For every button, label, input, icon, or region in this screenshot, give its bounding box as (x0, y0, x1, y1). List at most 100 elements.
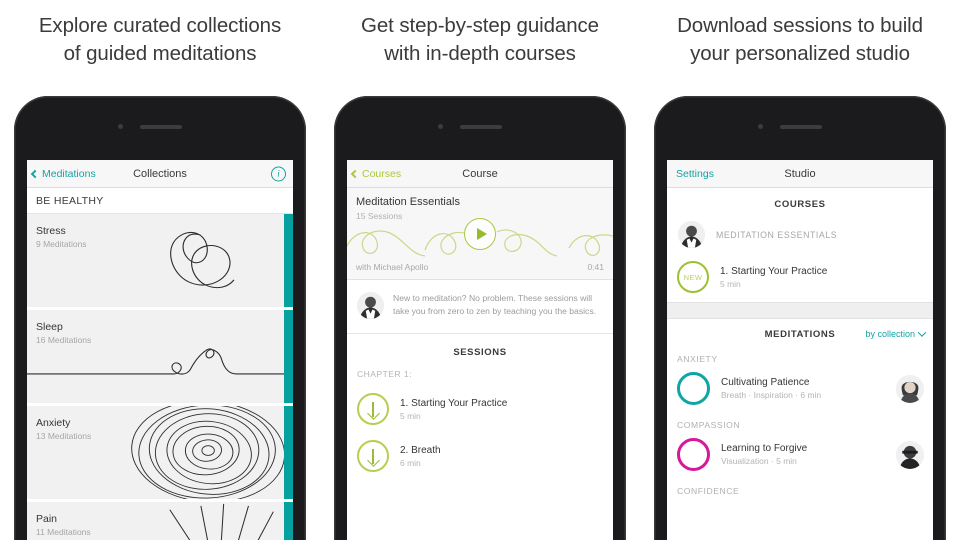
phone-screen-collections: Meditations Collections i BE HEALTHY Str… (27, 160, 293, 540)
collection-title: Sleep (36, 321, 63, 333)
session-duration: 6 min (400, 457, 421, 468)
course-sessions-count: 15 Sessions (356, 211, 403, 221)
panel-caption: Get step-by-step guidance with in-depth … (320, 0, 640, 68)
earpiece-speaker-icon (780, 125, 822, 129)
page-title: Course (462, 167, 498, 180)
earpiece-speaker-icon (140, 125, 182, 129)
course-description-block: New to meditation? No problem. These ses… (347, 280, 613, 334)
collection-subtitle: 16 Meditations (36, 335, 92, 345)
meditation-body: Cultivating Patience Breath · Inspiratio… (721, 377, 885, 400)
sort-selector[interactable]: by collection (865, 328, 927, 339)
page-title: Collections (133, 167, 187, 180)
phone-screen-course: Courses Course Meditation Essentials 15 … (347, 160, 613, 540)
avatar (896, 374, 924, 403)
studio-course-header-row[interactable]: MEDITATION ESSENTIALS (667, 219, 933, 256)
collection-subtitle: 11 Meditations (36, 527, 91, 537)
avatar (896, 440, 924, 469)
panel-caption: Explore curated collections of guided me… (0, 0, 320, 68)
navigation-bar: Courses Course (347, 160, 613, 188)
chapter-label: CHAPTER 1: (347, 369, 613, 387)
promo-panel-studio: Download sessions to build your personal… (640, 0, 960, 540)
category-label: COMPASSION (667, 415, 933, 436)
collection-row[interactable]: Anxiety 13 Meditations (27, 406, 293, 502)
sort-selector-label: by collection (865, 329, 915, 339)
new-badge: NEW (677, 261, 709, 293)
promo-panel-collections: Explore curated collections of guided me… (0, 0, 320, 540)
courses-header: COURSES (667, 188, 933, 219)
caption-line-1: Get step-by-step guidance (361, 14, 599, 37)
phone-mockup: Courses Course Meditation Essentials 15 … (334, 96, 626, 540)
info-icon[interactable]: i (271, 166, 286, 181)
session-row[interactable]: 2. Breath 6 min (347, 434, 613, 481)
collection-row[interactable]: Sleep 16 Meditations (27, 310, 293, 406)
course-hero: Meditation Essentials 15 Sessions with M… (347, 188, 613, 280)
phone-mockup: Meditations Collections i BE HEALTHY Str… (14, 96, 306, 540)
promo-panel-course: Get step-by-step guidance with in-depth … (320, 0, 640, 540)
studio-course-name: MEDITATION ESSENTIALS (716, 229, 838, 240)
collection-accent-bar (284, 310, 293, 403)
session-row[interactable]: 1. Starting Your Practice 5 min (347, 387, 613, 434)
avatar (678, 221, 705, 248)
meditation-title: Learning to Forgive (721, 443, 808, 454)
chevron-down-icon (917, 328, 927, 337)
course-title: Meditation Essentials (356, 196, 460, 208)
session-duration: 5 min (400, 410, 421, 421)
play-icon (476, 228, 487, 240)
caption-line-2: of guided meditations (63, 42, 257, 65)
session-body: 2. Breath 6 min (400, 445, 441, 468)
collection-text: Pain 11 Meditations (36, 513, 91, 537)
collection-title: Stress (36, 225, 66, 237)
collection-accent-bar (284, 502, 293, 540)
meditation-meta: Breath · Inspiration · 6 min (721, 390, 822, 400)
collection-subtitle: 9 Meditations (36, 239, 87, 249)
front-camera-icon (758, 124, 763, 129)
category-label: ANXIETY (667, 349, 933, 370)
collection-title: Anxiety (36, 417, 71, 429)
collection-accent-bar (284, 406, 293, 499)
progress-ring-icon[interactable] (677, 438, 710, 471)
play-button[interactable] (464, 218, 496, 250)
promo-screenshot: Explore curated collections of guided me… (0, 0, 960, 540)
studio-session-body: 1. Starting Your Practice 5 min (720, 266, 827, 289)
download-button[interactable] (357, 440, 389, 472)
phone-screen-studio: Settings Studio COURSES MEDITATION ESSEN… (667, 160, 933, 540)
session-title: 2. Breath (400, 444, 441, 456)
session-title: 1. Starting Your Practice (720, 265, 828, 277)
course-author: with Michael Apollo (356, 262, 429, 272)
studio-session-row[interactable]: NEW 1. Starting Your Practice 5 min (667, 256, 933, 302)
download-button[interactable] (357, 393, 389, 425)
caption-line-2: with in-depth courses (384, 42, 576, 65)
download-arrow-icon (372, 401, 374, 417)
collection-row[interactable]: Pain 11 Meditations (27, 502, 293, 540)
collection-subtitle: 13 Meditations (36, 431, 92, 441)
caption-line-1: Explore curated collections (38, 14, 282, 37)
meditation-row[interactable]: Learning to Forgive Visualization · 5 mi… (667, 436, 933, 481)
collection-text: Anxiety 13 Meditations (36, 417, 91, 441)
meditation-row[interactable]: Cultivating Patience Breath · Inspiratio… (667, 370, 933, 415)
collection-row[interactable]: Stress 9 Meditations (27, 214, 293, 310)
progress-ring-icon[interactable] (677, 372, 710, 405)
course-duration: 0:41 (587, 262, 604, 272)
caption-line-2: your personalized studio (690, 42, 910, 65)
course-description: New to meditation? No problem. These ses… (393, 293, 597, 316)
collection-title: Pain (36, 513, 58, 525)
page-title: Studio (784, 167, 816, 180)
section-header-be-healthy: BE HEALTHY (27, 188, 293, 214)
navigation-bar: Settings Studio (667, 160, 933, 188)
collection-accent-bar (284, 214, 293, 307)
phone-mockup: Settings Studio COURSES MEDITATION ESSEN… (654, 96, 946, 540)
meditations-header-row: MEDITATIONS by collection (667, 319, 933, 349)
phone-top-bezel (654, 96, 946, 160)
navigation-bar: Meditations Collections i (27, 160, 293, 188)
caption-line-1: Download sessions to build (677, 14, 923, 37)
collection-text: Stress 9 Meditations (36, 225, 87, 249)
meditation-meta: Visualization · 5 min (721, 456, 797, 466)
phone-top-bezel (334, 96, 626, 160)
panel-caption: Download sessions to build your personal… (640, 0, 960, 68)
phone-top-bezel (14, 96, 306, 160)
section-divider (667, 302, 933, 319)
sessions-header: SESSIONS (347, 334, 613, 369)
download-arrow-icon (372, 448, 374, 464)
session-duration: 5 min (720, 278, 741, 289)
session-body: 1. Starting Your Practice 5 min (400, 398, 507, 421)
